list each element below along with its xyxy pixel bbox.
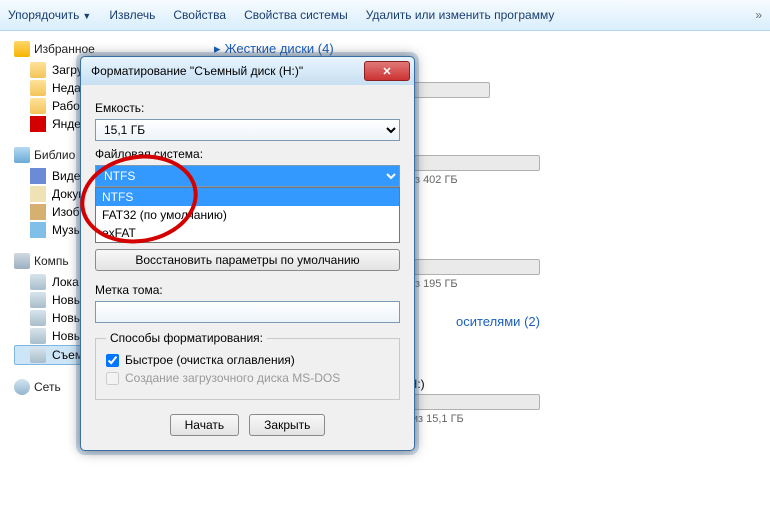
quick-format-label: Быстрое (очистка оглавления) — [125, 353, 295, 367]
removable-section-header[interactable]: осителями (2) — [456, 314, 758, 329]
capacity-label: Емкость: — [95, 101, 400, 115]
msdos-boot-row: Создание загрузочного диска MS-DOS — [106, 371, 389, 385]
fs-option-ntfs[interactable]: NTFS — [96, 188, 399, 206]
msdos-boot-label: Создание загрузочного диска MS-DOS — [125, 371, 340, 385]
fs-option-exfat[interactable]: exFAT — [96, 224, 399, 242]
close-icon: ✕ — [382, 65, 391, 78]
toolbar-organize[interactable]: Упорядочить▼ — [8, 8, 91, 22]
fs-option-fat32[interactable]: FAT32 (по умолчанию) — [96, 206, 399, 224]
drive-icon — [30, 328, 46, 344]
dialog-titlebar[interactable]: Форматирование "Съемный диск (H:)" ✕ — [81, 57, 414, 85]
star-icon — [14, 41, 30, 57]
toolbar-overflow[interactable]: » — [755, 8, 762, 22]
desktop-icon — [30, 98, 46, 114]
libraries-icon — [14, 147, 30, 163]
video-icon — [30, 168, 46, 184]
capacity-select[interactable]: 15,1 ГБ — [95, 119, 400, 141]
format-dialog: Форматирование "Съемный диск (H:)" ✕ Емк… — [80, 56, 415, 451]
yandex-icon — [30, 116, 46, 132]
restore-defaults-button[interactable]: Восстановить параметры по умолчанию — [95, 249, 400, 271]
close-button[interactable]: ✕ — [364, 61, 410, 81]
filesystem-label: Файловая система: — [95, 147, 400, 161]
computer-icon — [14, 253, 30, 269]
document-icon — [30, 186, 46, 202]
sidebar-favorites[interactable]: Избранное — [14, 41, 204, 57]
network-icon — [14, 379, 30, 395]
drive-icon — [30, 310, 46, 326]
recent-icon — [30, 80, 46, 96]
start-button[interactable]: Начать — [170, 414, 240, 436]
quick-format-checkbox[interactable] — [106, 354, 119, 367]
music-icon — [30, 222, 46, 238]
toolbar-extract[interactable]: Извлечь — [109, 8, 155, 22]
toolbar-uninstall[interactable]: Удалить или изменить программу — [366, 8, 555, 22]
dialog-title-text: Форматирование "Съемный диск (H:)" — [91, 64, 303, 78]
format-methods-legend: Способы форматирования: — [106, 331, 267, 345]
close-dialog-button[interactable]: Закрыть — [249, 414, 325, 436]
drive-icon — [30, 292, 46, 308]
filesystem-select[interactable]: NTFS — [95, 165, 400, 187]
downloads-icon — [30, 62, 46, 78]
format-methods-group: Способы форматирования: Быстрое (очистка… — [95, 331, 400, 400]
toolbar: Упорядочить▼ Извлечь Свойства Свойства с… — [0, 0, 770, 31]
filesystem-dropdown-list: NTFS FAT32 (по умолчанию) exFAT — [95, 187, 400, 243]
pictures-icon — [30, 204, 46, 220]
volume-label-input[interactable] — [95, 301, 400, 323]
drive-icon — [30, 274, 46, 290]
hdd-section-header[interactable]: ▸Жесткие диски (4) — [214, 41, 758, 57]
msdos-boot-checkbox — [106, 372, 119, 385]
removable-drive-icon — [30, 347, 46, 363]
toolbar-properties[interactable]: Свойства — [173, 8, 226, 22]
toolbar-system-properties[interactable]: Свойства системы — [244, 8, 348, 22]
volume-label-label: Метка тома: — [95, 283, 400, 297]
quick-format-row[interactable]: Быстрое (очистка оглавления) — [106, 353, 389, 367]
